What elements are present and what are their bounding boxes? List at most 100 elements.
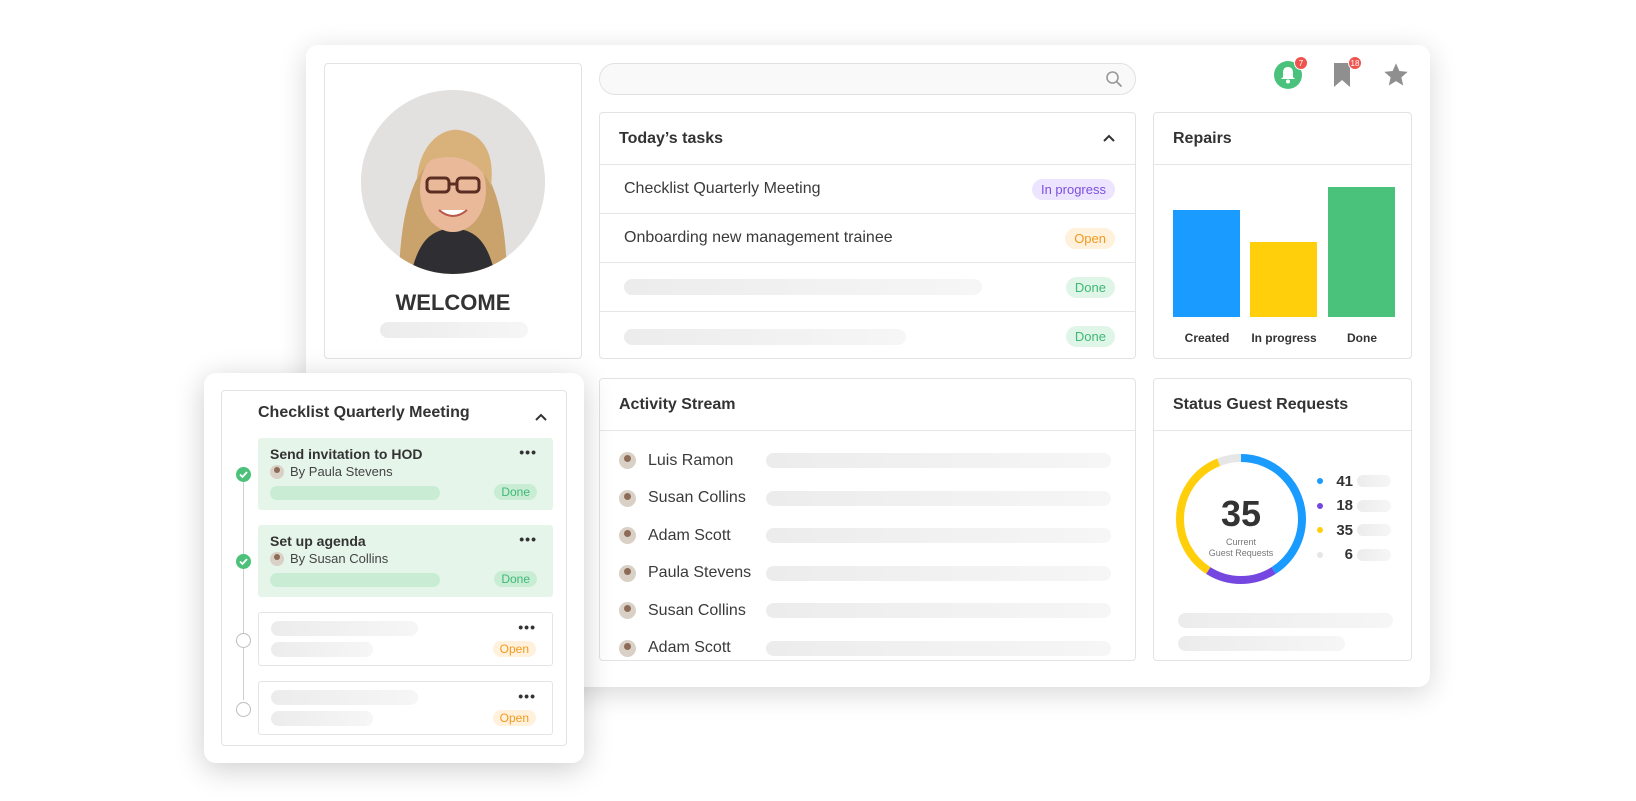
checklist-item[interactable]: Set up agenda By Susan Collins ••• Done xyxy=(258,525,553,597)
avatar xyxy=(619,564,636,582)
list-item[interactable]: Paula Stevens xyxy=(600,555,1135,593)
empty-circle-icon[interactable] xyxy=(236,633,251,648)
empty-circle-icon[interactable] xyxy=(236,702,251,717)
item-title: Set up agenda xyxy=(270,533,366,549)
activity-placeholder xyxy=(766,565,1111,581)
checklist-item[interactable]: ••• Open xyxy=(258,612,553,666)
donut-legend: 41 18 35 6 xyxy=(1317,469,1391,567)
item-author-placeholder xyxy=(271,711,373,726)
user-name: Susan Collins xyxy=(648,601,746,619)
item-author: By Paula Stevens xyxy=(270,464,393,479)
legend-placeholder xyxy=(1357,524,1391,537)
more-options-icon[interactable]: ••• xyxy=(519,444,537,460)
legend-value: 18 xyxy=(1336,497,1353,515)
status-badge: Done xyxy=(494,571,537,587)
more-options-icon[interactable]: ••• xyxy=(518,688,536,704)
legend-dot xyxy=(1317,502,1323,509)
task-row[interactable]: Onboarding new management trainee Open xyxy=(600,214,1135,263)
check-circle-icon[interactable] xyxy=(236,467,251,482)
card-header: Repairs xyxy=(1154,113,1411,165)
notification-button[interactable]: 7 xyxy=(1272,56,1308,91)
repairs-card: Repairs Created In progress Done xyxy=(1153,112,1412,359)
username-placeholder xyxy=(380,322,528,338)
card-title: Status Guest Requests xyxy=(1173,395,1349,413)
star-icon xyxy=(1384,63,1408,86)
status-badge: Done xyxy=(494,484,537,500)
task-row[interactable]: Done xyxy=(600,312,1135,361)
more-options-icon[interactable]: ••• xyxy=(519,531,537,547)
todays-tasks-card: Today’s tasks Checklist Quarterly Meetin… xyxy=(599,112,1136,359)
checklist-item[interactable]: Send invitation to HOD By Paula Stevens … xyxy=(258,438,553,510)
legend-dot xyxy=(1317,551,1323,558)
repairs-bar-chart: Created In progress Done xyxy=(1154,165,1411,359)
status-guest-requests-card: Status Guest Requests 35 Current Guest R… xyxy=(1153,378,1412,661)
list-item[interactable]: Adam Scott xyxy=(600,630,1135,668)
legend-value: 6 xyxy=(1344,546,1353,564)
card-header: Today’s tasks xyxy=(600,113,1135,165)
item-title-placeholder xyxy=(271,690,418,705)
top-toolbar: 7 18 xyxy=(1272,56,1412,91)
legend-placeholder xyxy=(1357,475,1391,488)
list-item[interactable]: Susan Collins xyxy=(600,480,1135,518)
collapse-button[interactable] xyxy=(534,409,548,427)
summary-placeholder xyxy=(1178,636,1345,651)
favorites-button[interactable] xyxy=(1380,59,1412,91)
legend-item: 6 xyxy=(1317,543,1391,568)
task-row[interactable]: Checklist Quarterly Meeting In progress xyxy=(600,165,1135,214)
avatar xyxy=(619,452,636,470)
bar-done xyxy=(1328,187,1395,317)
more-options-icon[interactable]: ••• xyxy=(518,619,536,635)
task-label: Onboarding new management trainee xyxy=(624,229,893,246)
chevron-up-icon xyxy=(1103,134,1115,142)
legend-item: 35 xyxy=(1317,518,1391,543)
avatar xyxy=(619,527,636,545)
avatar xyxy=(270,551,284,566)
donut-chart: 35 Current Guest Requests xyxy=(1176,454,1306,584)
bar-created xyxy=(1173,210,1240,317)
status-badge: Done xyxy=(1065,326,1115,347)
progress-placeholder xyxy=(270,573,440,587)
task-label-placeholder xyxy=(624,328,906,345)
bookmark-badge: 18 xyxy=(1348,56,1362,70)
list-item[interactable]: Susan Collins xyxy=(600,592,1135,630)
card-title: Today’s tasks xyxy=(619,129,724,147)
check-circle-icon[interactable] xyxy=(236,554,251,569)
activity-placeholder xyxy=(766,640,1111,656)
user-name: Adam Scott xyxy=(648,639,731,657)
activity-placeholder xyxy=(766,453,1111,469)
card-header: Activity Stream xyxy=(600,379,1135,431)
bell-badge: 7 xyxy=(1294,56,1308,70)
legend-item: 41 xyxy=(1317,469,1391,494)
avatar xyxy=(270,464,284,479)
checklist-item[interactable]: ••• Open xyxy=(258,681,553,735)
checklist-card: Checklist Quarterly Meeting Send invitat… xyxy=(221,390,567,746)
search-icon[interactable] xyxy=(1105,70,1123,93)
legend-value: 41 xyxy=(1336,472,1353,490)
collapse-button[interactable] xyxy=(1102,130,1116,148)
legend-placeholder xyxy=(1357,548,1391,561)
user-name: Luis Ramon xyxy=(648,451,734,469)
activity-placeholder xyxy=(766,528,1111,544)
status-badge: In progress xyxy=(1031,178,1115,200)
status-badge: Done xyxy=(1065,276,1115,298)
activity-stream-card: Activity Stream Luis Ramon Susan Collins… xyxy=(599,378,1136,661)
chevron-up-icon xyxy=(535,413,547,421)
bookmark-button[interactable]: 18 xyxy=(1326,56,1362,91)
search-input[interactable] xyxy=(599,63,1136,95)
list-item[interactable]: Luis Ramon xyxy=(600,442,1135,480)
task-row[interactable]: Done xyxy=(600,263,1135,312)
status-badge: Open xyxy=(1065,227,1115,249)
donut-center-label: Current xyxy=(1226,537,1257,547)
card-title: Activity Stream xyxy=(619,395,736,413)
bar-in-progress xyxy=(1250,242,1317,317)
activity-placeholder xyxy=(766,490,1111,506)
list-item[interactable]: Adam Scott xyxy=(600,517,1135,555)
progress-placeholder xyxy=(270,486,440,500)
item-author: By Susan Collins xyxy=(270,551,388,566)
item-title-placeholder xyxy=(271,621,418,636)
avatar xyxy=(619,639,636,657)
checklist-panel: Checklist Quarterly Meeting Send invitat… xyxy=(204,373,584,763)
status-badge: Open xyxy=(492,710,536,726)
avatar xyxy=(619,489,636,507)
legend-dot xyxy=(1317,478,1323,485)
